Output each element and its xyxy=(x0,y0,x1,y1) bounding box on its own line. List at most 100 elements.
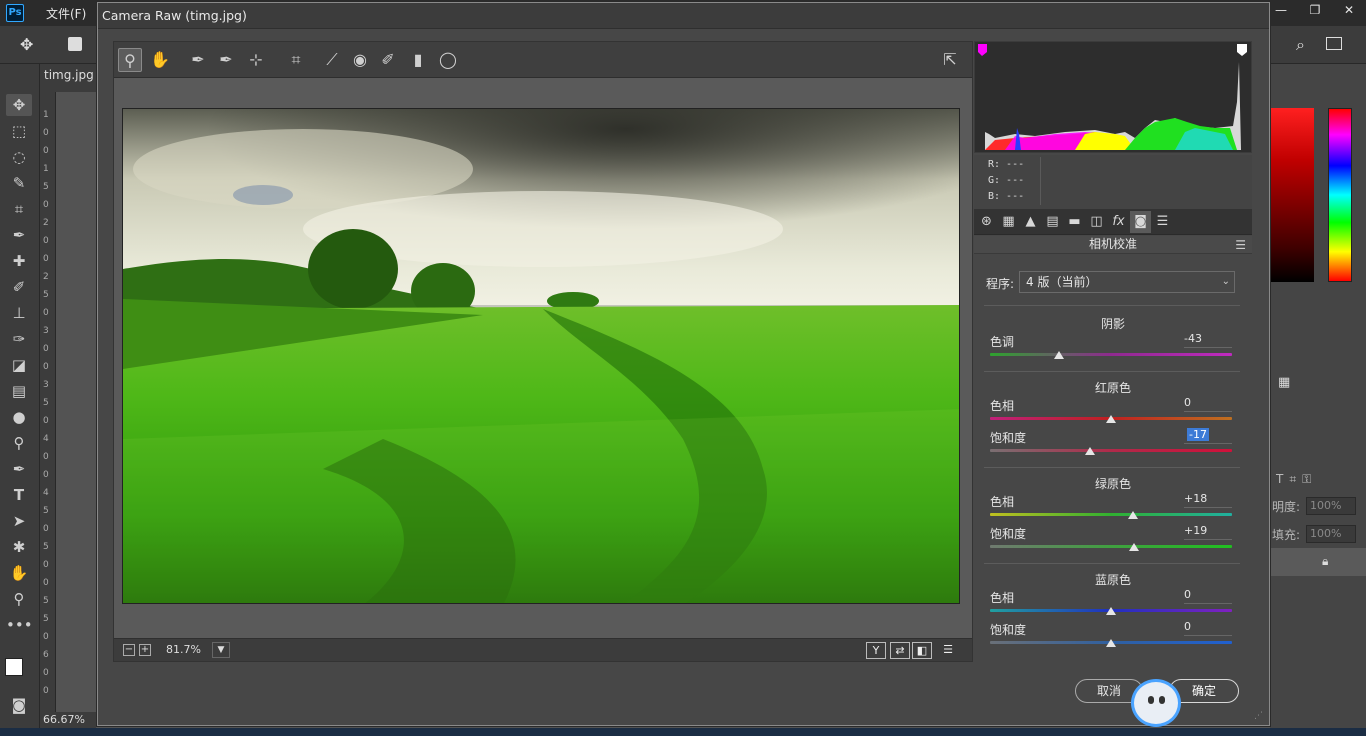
menu-file[interactable]: 文件(F) xyxy=(46,5,86,22)
divider xyxy=(1184,539,1232,540)
preview-image[interactable] xyxy=(122,108,960,604)
zoom-in-button[interactable]: + xyxy=(139,644,151,656)
fill-field[interactable]: 100% xyxy=(1306,525,1356,543)
slider-track[interactable] xyxy=(990,513,1232,516)
divider xyxy=(984,371,1240,372)
process-select[interactable]: 4 版（当前） ⌄ xyxy=(1019,271,1235,293)
resize-grip-icon[interactable]: ⋰ xyxy=(1254,711,1263,721)
open-preferences-icon[interactable]: ⇱ xyxy=(938,48,962,72)
slider-value-green-saturation[interactable]: +19 xyxy=(1184,524,1232,537)
grid-icon[interactable]: ▦ xyxy=(1278,375,1290,390)
layer-row[interactable]: 🔒︎ xyxy=(1270,548,1366,576)
preview-preferences-icon[interactable]: ☰ xyxy=(938,642,958,659)
slider-value-blue-hue[interactable]: 0 xyxy=(1184,588,1232,601)
assistant-avatar-icon[interactable] xyxy=(1131,679,1181,727)
process-label: 程序: xyxy=(986,277,1015,291)
vertical-ruler: 1 0 0 1 5 0 2 0 0 2 5 0 3 0 0 3 5 0 4 0 0 4 5 0 5 0 0 5 5 0 6 0 0 xyxy=(40,92,56,712)
shape-tool-icon[interactable]: ✱ xyxy=(6,536,32,558)
slider-thumb[interactable] xyxy=(1106,607,1116,615)
slider-value-red-saturation[interactable]: -17 xyxy=(1187,428,1209,441)
zoom-tool-icon[interactable]: ⚲ xyxy=(118,48,142,72)
highlight-clipping-warning-icon[interactable] xyxy=(1237,44,1247,56)
stamp-tool-icon[interactable]: ⊥ xyxy=(6,302,32,324)
slider-track[interactable] xyxy=(990,449,1232,452)
document-tab[interactable]: timg.jpg xyxy=(44,68,94,82)
slider-thumb[interactable] xyxy=(1053,351,1064,359)
straighten-tool-icon[interactable]: ⟋ xyxy=(320,48,344,72)
panel-menu-icon[interactable]: ☰ xyxy=(1235,237,1246,254)
layer-lock-icons[interactable]: T⌗⚿ xyxy=(1276,472,1317,487)
move-tool-icon[interactable]: ✥ xyxy=(6,94,32,116)
ruler-number: 0 xyxy=(43,344,49,354)
zoom-out-button[interactable]: − xyxy=(123,644,135,656)
slider-thumb[interactable] xyxy=(1106,415,1116,423)
crop-tool-icon[interactable]: ⌗ xyxy=(284,48,308,72)
eyedropper-tool-icon[interactable]: ✒ xyxy=(6,224,32,246)
zoom-tool-icon[interactable]: ⚲ xyxy=(6,588,32,610)
tab-hsl-icon[interactable]: ▤ xyxy=(1042,211,1063,233)
marquee-tool-icon[interactable]: ⬚ xyxy=(6,120,32,142)
white-balance-tool-icon[interactable]: ✒ xyxy=(186,48,210,72)
quick-mask-icon[interactable]: ◙ xyxy=(6,694,32,716)
dodge-tool-icon[interactable]: ⚲ xyxy=(6,432,32,454)
adjustment-brush-icon[interactable]: ✐ xyxy=(376,48,400,72)
gradient-tool-icon[interactable]: ▤ xyxy=(6,380,32,402)
path-select-tool-icon[interactable]: ➤ xyxy=(6,510,32,532)
slider-thumb[interactable] xyxy=(1127,511,1138,519)
slider-thumb[interactable] xyxy=(1085,447,1096,455)
graduated-filter-icon[interactable]: ▮ xyxy=(406,48,430,72)
auto-select-checkbox[interactable] xyxy=(68,37,82,51)
opacity-field[interactable]: 100% xyxy=(1306,497,1356,515)
slider-value-shadows-tint[interactable]: -43 xyxy=(1184,332,1232,345)
color-picker-field[interactable] xyxy=(1270,108,1314,282)
slider-thumb[interactable] xyxy=(1128,543,1139,551)
workspace-icon[interactable] xyxy=(1326,37,1342,50)
radial-filter-icon[interactable]: ◯ xyxy=(436,48,460,72)
tab-lens-icon[interactable]: ◫ xyxy=(1086,211,1107,233)
slider-thumb[interactable] xyxy=(1106,639,1116,647)
zoom-level: 81.7% xyxy=(166,643,201,656)
hand-tool-icon[interactable]: ✋ xyxy=(6,562,32,584)
slider-label: 饱和度 xyxy=(990,623,1027,637)
color-sampler-tool-icon[interactable]: ✒ xyxy=(214,48,238,72)
shadow-clipping-warning-icon[interactable] xyxy=(978,44,987,56)
type-tool-icon[interactable]: T xyxy=(6,484,32,506)
eraser-tool-icon[interactable]: ◪ xyxy=(6,354,32,376)
tab-tone-curve-icon[interactable]: ▦ xyxy=(998,211,1019,233)
search-icon[interactable]: ⌕ xyxy=(1296,35,1305,55)
move-icon[interactable]: ✥ xyxy=(20,35,33,54)
slider-value-red-hue[interactable]: 0 xyxy=(1184,396,1232,409)
hand-tool-icon[interactable]: ✋ xyxy=(148,48,172,72)
slider-track[interactable] xyxy=(990,353,1232,356)
brush-tool-icon[interactable]: ✐ xyxy=(6,276,32,298)
slider-track[interactable] xyxy=(990,545,1232,548)
view-mode-button[interactable]: Y xyxy=(866,642,886,659)
pen-tool-icon[interactable]: ✒ xyxy=(6,458,32,480)
lasso-tool-icon[interactable]: ◌ xyxy=(6,146,32,168)
crop-tool-icon[interactable]: ⌗ xyxy=(6,198,32,220)
blur-tool-icon[interactable]: ● xyxy=(6,406,32,428)
chevron-down-icon[interactable]: ▼ xyxy=(212,642,230,658)
tab-basic-icon[interactable]: ⊛ xyxy=(976,211,997,233)
more-tools-icon[interactable]: ••• xyxy=(6,614,33,636)
tab-presets-icon[interactable]: ☰ xyxy=(1152,211,1173,233)
foreground-color-swatch[interactable] xyxy=(5,658,23,676)
ruler-number: 0 xyxy=(43,668,49,678)
quick-select-tool-icon[interactable]: ✎ xyxy=(6,172,32,194)
close-window-button[interactable]: ✕ xyxy=(1332,0,1366,22)
tab-split-toning-icon[interactable]: ▬ xyxy=(1064,211,1085,233)
slider-value-blue-saturation[interactable]: 0 xyxy=(1184,620,1232,633)
history-brush-icon[interactable]: ✑ xyxy=(6,328,32,350)
healing-tool-icon[interactable]: ✚ xyxy=(6,250,32,272)
tab-camera-calibration-icon[interactable]: ◙ xyxy=(1130,211,1151,233)
red-eye-tool-icon[interactable]: ◉ xyxy=(348,48,372,72)
copy-settings-button[interactable]: ◧ xyxy=(912,642,932,659)
swap-settings-button[interactable]: ⇄ xyxy=(890,642,910,659)
tab-effects-icon[interactable]: fx xyxy=(1108,211,1129,233)
slider-value-green-hue[interactable]: +18 xyxy=(1184,492,1232,505)
tab-detail-icon[interactable]: ▲ xyxy=(1020,211,1041,233)
hue-slider[interactable] xyxy=(1328,108,1352,282)
targeted-adjustment-tool-icon[interactable]: ⊹ xyxy=(244,48,268,72)
camera-raw-dialog: Camera Raw (timg.jpg) ⚲ ✋ ✒ ✒ ⊹ ⌗ ⟋ ◉ ✐ … xyxy=(97,2,1270,727)
restore-button[interactable]: ❐ xyxy=(1298,0,1332,22)
